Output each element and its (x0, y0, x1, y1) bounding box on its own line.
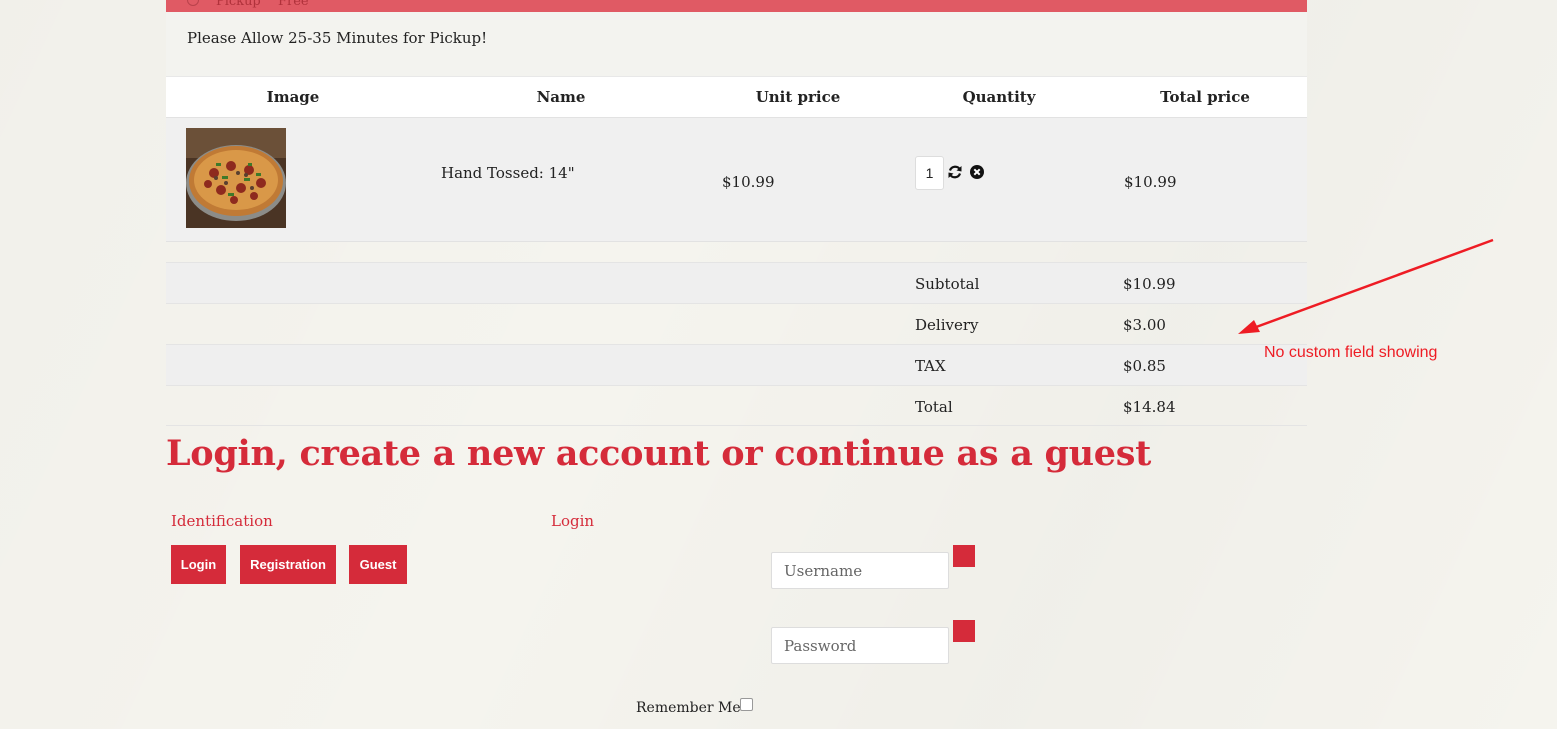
summary-value: $10.99 (1123, 275, 1176, 293)
identification-label: Identification (171, 512, 273, 530)
guest-button[interactable]: Guest (349, 545, 407, 584)
summary-row-delivery: Delivery $3.00 (166, 303, 1307, 344)
summary-label: Delivery (915, 316, 979, 334)
summary-value: $3.00 (1123, 316, 1166, 334)
cart-table-header: Image Name Unit price Quantity Total pri… (166, 76, 1307, 117)
product-name[interactable]: Hand Tossed: 14" (441, 164, 575, 182)
unit-price: $10.99 (722, 173, 775, 191)
refresh-icon[interactable] (947, 164, 963, 180)
summary-row-subtotal: Subtotal $10.99 (166, 262, 1307, 303)
summary-row-total: Total $14.84 (166, 385, 1307, 426)
summary-value: $0.85 (1123, 357, 1166, 375)
shipping-radio[interactable] (187, 0, 199, 6)
login-section-label: Login (551, 512, 595, 530)
pickup-notice: Please Allow 25-35 Minutes for Pickup! (187, 29, 488, 47)
registration-button[interactable]: Registration (240, 545, 336, 584)
required-marker (953, 545, 975, 567)
summary-label: Subtotal (915, 275, 980, 293)
shipping-price: Free (278, 0, 309, 9)
summary-value: $14.84 (1123, 398, 1176, 416)
summary-row-tax: TAX $0.85 (166, 344, 1307, 385)
login-button[interactable]: Login (171, 545, 226, 584)
header-quantity: Quantity (962, 88, 1036, 106)
page-title: Login, create a new account or continue … (166, 433, 1152, 474)
shipping-name: Pickup (216, 0, 261, 9)
header-total-price: Total price (1160, 88, 1250, 106)
quantity-input[interactable]: 1 (915, 156, 944, 190)
remove-icon[interactable] (970, 165, 984, 179)
remember-me-label: Remember Me (636, 700, 741, 716)
header-unit-price: Unit price (755, 88, 841, 106)
table-row: Hand Tossed: 14" $10.99 1 $10.99 (166, 117, 1307, 242)
product-image (186, 128, 286, 228)
summary-label: Total (915, 398, 953, 416)
shipping-method-banner[interactable]: Pickup Free (166, 0, 1307, 12)
line-total-price: $10.99 (1124, 173, 1177, 191)
annotation-arrow (1238, 238, 1494, 334)
header-name: Name (536, 88, 586, 106)
annotation-text: No custom field showing (1264, 344, 1438, 361)
required-marker (953, 620, 975, 642)
password-input[interactable] (771, 627, 949, 664)
summary-label: TAX (915, 357, 946, 375)
notice-area: Please Allow 25-35 Minutes for Pickup! (166, 12, 1307, 76)
username-input[interactable] (771, 552, 949, 589)
remember-me-checkbox[interactable] (740, 698, 753, 711)
header-image: Image (266, 88, 320, 106)
